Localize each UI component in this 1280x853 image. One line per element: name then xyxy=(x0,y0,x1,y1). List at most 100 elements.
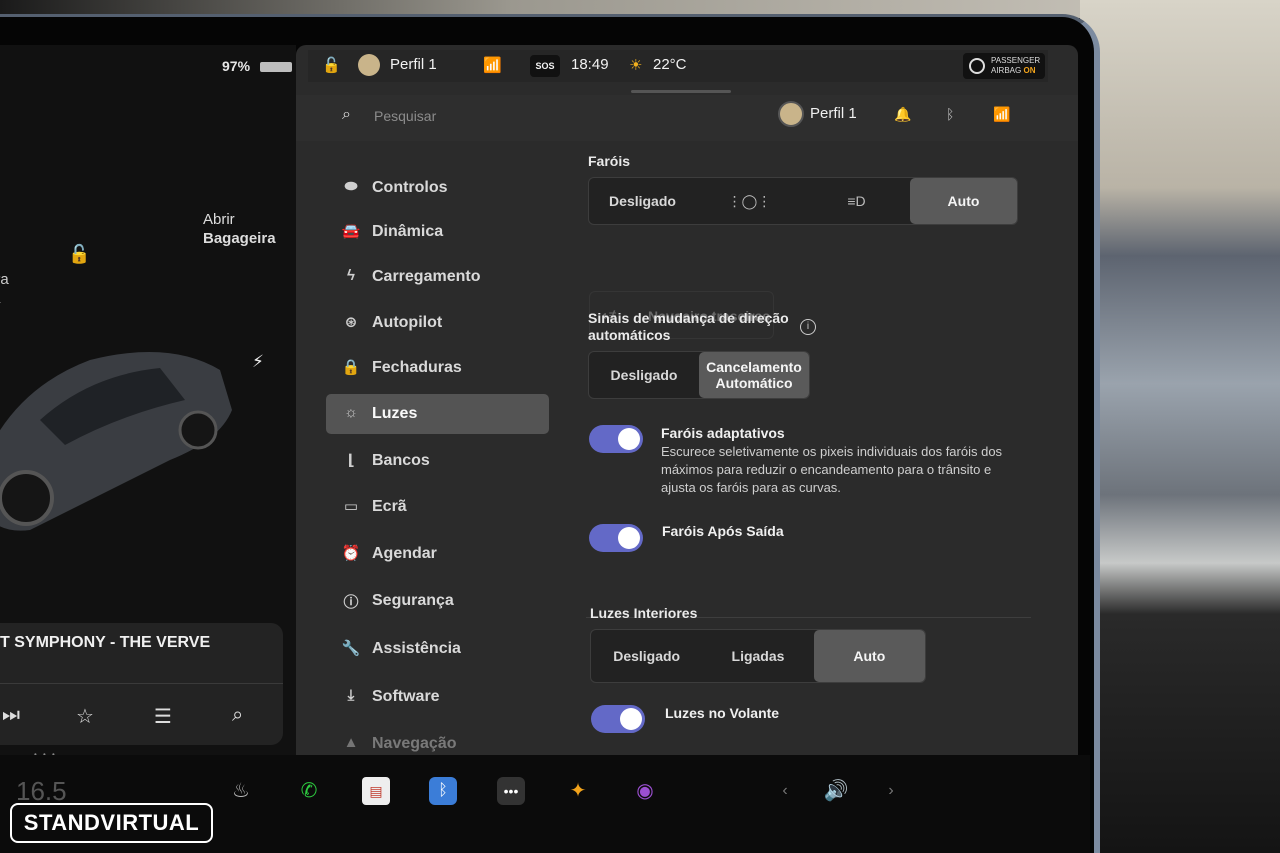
sidebar-item-label: Bancos xyxy=(372,452,430,469)
airbag-state: ON xyxy=(1023,66,1036,75)
download-icon: ⤓ xyxy=(347,687,355,704)
status-profile-name[interactable]: Perfil 1 xyxy=(390,56,437,73)
sidebar-item-carregamento[interactable]: ϟ Carregamento xyxy=(326,257,549,297)
lights-settings: Faróis Desligado ⋮◯⋮ ≡D Auto ◖≢ Nevoeiro… xyxy=(581,145,1051,755)
sidebar-item-navegacao[interactable]: ▲ Navegação xyxy=(326,724,549,755)
background-interior xyxy=(1080,0,1280,853)
sidebar-item-agendar[interactable]: ⏰ Agendar xyxy=(326,534,549,574)
chevron-left-icon[interactable]: ‹ xyxy=(771,777,799,805)
low-beam-icon[interactable]: ≡D xyxy=(803,178,910,224)
equalizer-icon[interactable]: ☰ xyxy=(154,704,172,729)
sidebar-item-seguranca[interactable]: ⓘ Segurança xyxy=(326,581,549,621)
open-frunk-line2: a xyxy=(0,289,9,308)
turn-signal-off-option[interactable]: Desligado xyxy=(589,352,699,398)
sidebar-item-label: Ecrã xyxy=(372,498,407,515)
steering-wheel-icon: ⊛ xyxy=(344,314,358,331)
drag-handle[interactable] xyxy=(631,90,731,93)
headlights-after-exit-toggle[interactable] xyxy=(589,524,643,552)
adaptive-headlights-toggle[interactable] xyxy=(589,425,643,453)
settings-panel: 🔓 Perfil 1 📶 SOS 18:49 ☀ 22°C PASSENGER … xyxy=(296,45,1078,755)
sidebar-item-luzes[interactable]: ☼ Luzes xyxy=(326,394,549,434)
media-divider xyxy=(0,683,283,684)
sidebar-item-autopilot[interactable]: ⊛ Autopilot xyxy=(326,303,549,343)
bell-icon[interactable]: 🔔 xyxy=(894,106,911,123)
header-profile-name[interactable]: Perfil 1 xyxy=(810,105,857,122)
sidebar-item-label: Assistência xyxy=(372,640,461,657)
camera-icon[interactable]: ◉ xyxy=(631,777,659,805)
interior-on-option[interactable]: Ligadas xyxy=(702,630,813,682)
media-search-icon[interactable]: ⌕ xyxy=(232,704,243,727)
sun-weather-icon: ☀ xyxy=(629,57,643,74)
search-input[interactable] xyxy=(374,105,574,127)
battery-status: 97% xyxy=(0,58,296,78)
lock-icon: 🔒 xyxy=(341,359,361,376)
chevron-right-icon[interactable]: › xyxy=(877,777,905,805)
car-icon: 🚘 xyxy=(341,223,361,240)
next-track-icon[interactable]: ⏭ xyxy=(2,704,20,727)
airbag-icon xyxy=(969,58,985,74)
headlights-after-exit-title: Faróis Após Saída xyxy=(662,523,784,539)
avatar[interactable] xyxy=(778,101,804,127)
alert-icon: ⓘ xyxy=(343,594,359,611)
turn-signal-label-1: Sinais de mudança de direção xyxy=(588,310,789,326)
sidebar-item-controlos[interactable]: ⬬ Controlos xyxy=(326,168,549,208)
clock: 18:49 xyxy=(571,56,609,73)
turn-signal-selector: Desligado Cancelamento Automático xyxy=(588,351,810,399)
more-icon[interactable]: ••• xyxy=(497,777,525,805)
status-bar: 🔓 Perfil 1 📶 SOS 18:49 ☀ 22°C PASSENGER … xyxy=(308,50,1048,82)
defrost-icon[interactable]: ♨ xyxy=(227,777,255,805)
sun-icon: ☼ xyxy=(344,404,358,421)
bluetooth-app-icon[interactable]: ᛒ xyxy=(429,777,457,805)
steering-wheel-lights-title: Luzes no Volante xyxy=(665,705,780,721)
turn-signal-auto-cancel-option[interactable]: Cancelamento Automático xyxy=(699,352,809,398)
headlights-auto-option[interactable]: Auto xyxy=(910,178,1017,224)
charge-port-icon[interactable]: ⚡ xyxy=(252,352,264,372)
search-icon[interactable]: ⌕ xyxy=(342,106,351,124)
sidebar-item-bancos[interactable]: ⌊ Bancos xyxy=(326,441,549,481)
display-icon: ▭ xyxy=(343,498,359,515)
toybox-icon[interactable]: ✦ xyxy=(564,777,592,805)
unlock-icon[interactable]: 🔓 xyxy=(68,244,90,265)
sidebar-item-label: Navegação xyxy=(372,735,457,752)
interior-off-option[interactable]: Desligado xyxy=(591,630,702,682)
info-icon[interactable]: i xyxy=(800,319,816,335)
battery-icon xyxy=(260,62,292,72)
toggle-icon: ⬬ xyxy=(344,178,358,195)
open-frunk-line1: ira xyxy=(0,271,9,288)
airbag-line2: AIRBAG xyxy=(991,66,1022,75)
phone-icon[interactable]: ✆ xyxy=(295,777,323,805)
open-trunk-button[interactable]: Abrir Bagageira xyxy=(203,210,276,248)
sos-badge[interactable]: SOS xyxy=(530,55,560,77)
open-trunk-line2: Bagageira xyxy=(203,230,276,247)
interior-auto-option[interactable]: Auto xyxy=(813,630,925,682)
headlights-off-option[interactable]: Desligado xyxy=(589,178,696,224)
headlights-selector: Desligado ⋮◯⋮ ≡D Auto xyxy=(588,177,1018,225)
open-frunk-button[interactable]: ira a xyxy=(0,270,9,308)
sidebar-item-label: Fechaduras xyxy=(372,359,462,376)
seat-icon: ⌊ xyxy=(347,452,355,469)
sidebar-item-software[interactable]: ⤓ Software xyxy=(326,677,549,717)
parking-lights-icon[interactable]: ⋮◯⋮ xyxy=(696,178,803,224)
bluetooth-icon[interactable]: ᛒ xyxy=(946,106,954,122)
profile-avatar-small xyxy=(358,54,380,76)
sidebar-item-label: Software xyxy=(372,688,440,705)
sidebar-item-label: Autopilot xyxy=(372,314,443,331)
sidebar-item-label: Segurança xyxy=(372,592,454,609)
settings-header: ⌕ Perfil 1 🔔 ᛒ 📶 xyxy=(296,95,1078,141)
favorite-star-icon[interactable]: ☆ xyxy=(76,704,94,729)
open-trunk-line1: Abrir xyxy=(203,211,235,228)
sidebar-item-assistencia[interactable]: 🔧 Assistência xyxy=(326,629,549,669)
wrench-icon: 🔧 xyxy=(341,640,361,657)
sidebar-item-fechaduras[interactable]: 🔒 Fechaduras xyxy=(326,348,549,388)
interior-lights-selector: Desligado Ligadas Auto xyxy=(590,629,926,683)
notepad-icon[interactable]: ▤ xyxy=(362,777,390,805)
sidebar-item-dinamica[interactable]: 🚘 Dinâmica xyxy=(326,212,549,252)
sidebar-item-ecra[interactable]: ▭ Ecrã xyxy=(326,487,549,527)
sidebar-item-label: Luzes xyxy=(372,405,418,422)
wifi-icon[interactable]: 📶 xyxy=(993,106,1010,123)
volume-icon[interactable]: 🔊 xyxy=(822,777,850,805)
car-image xyxy=(0,352,232,531)
adaptive-headlights-title: Faróis adaptativos xyxy=(661,425,785,441)
steering-wheel-lights-toggle[interactable] xyxy=(591,705,645,733)
turn-signal-label-2: automáticos xyxy=(588,327,671,343)
